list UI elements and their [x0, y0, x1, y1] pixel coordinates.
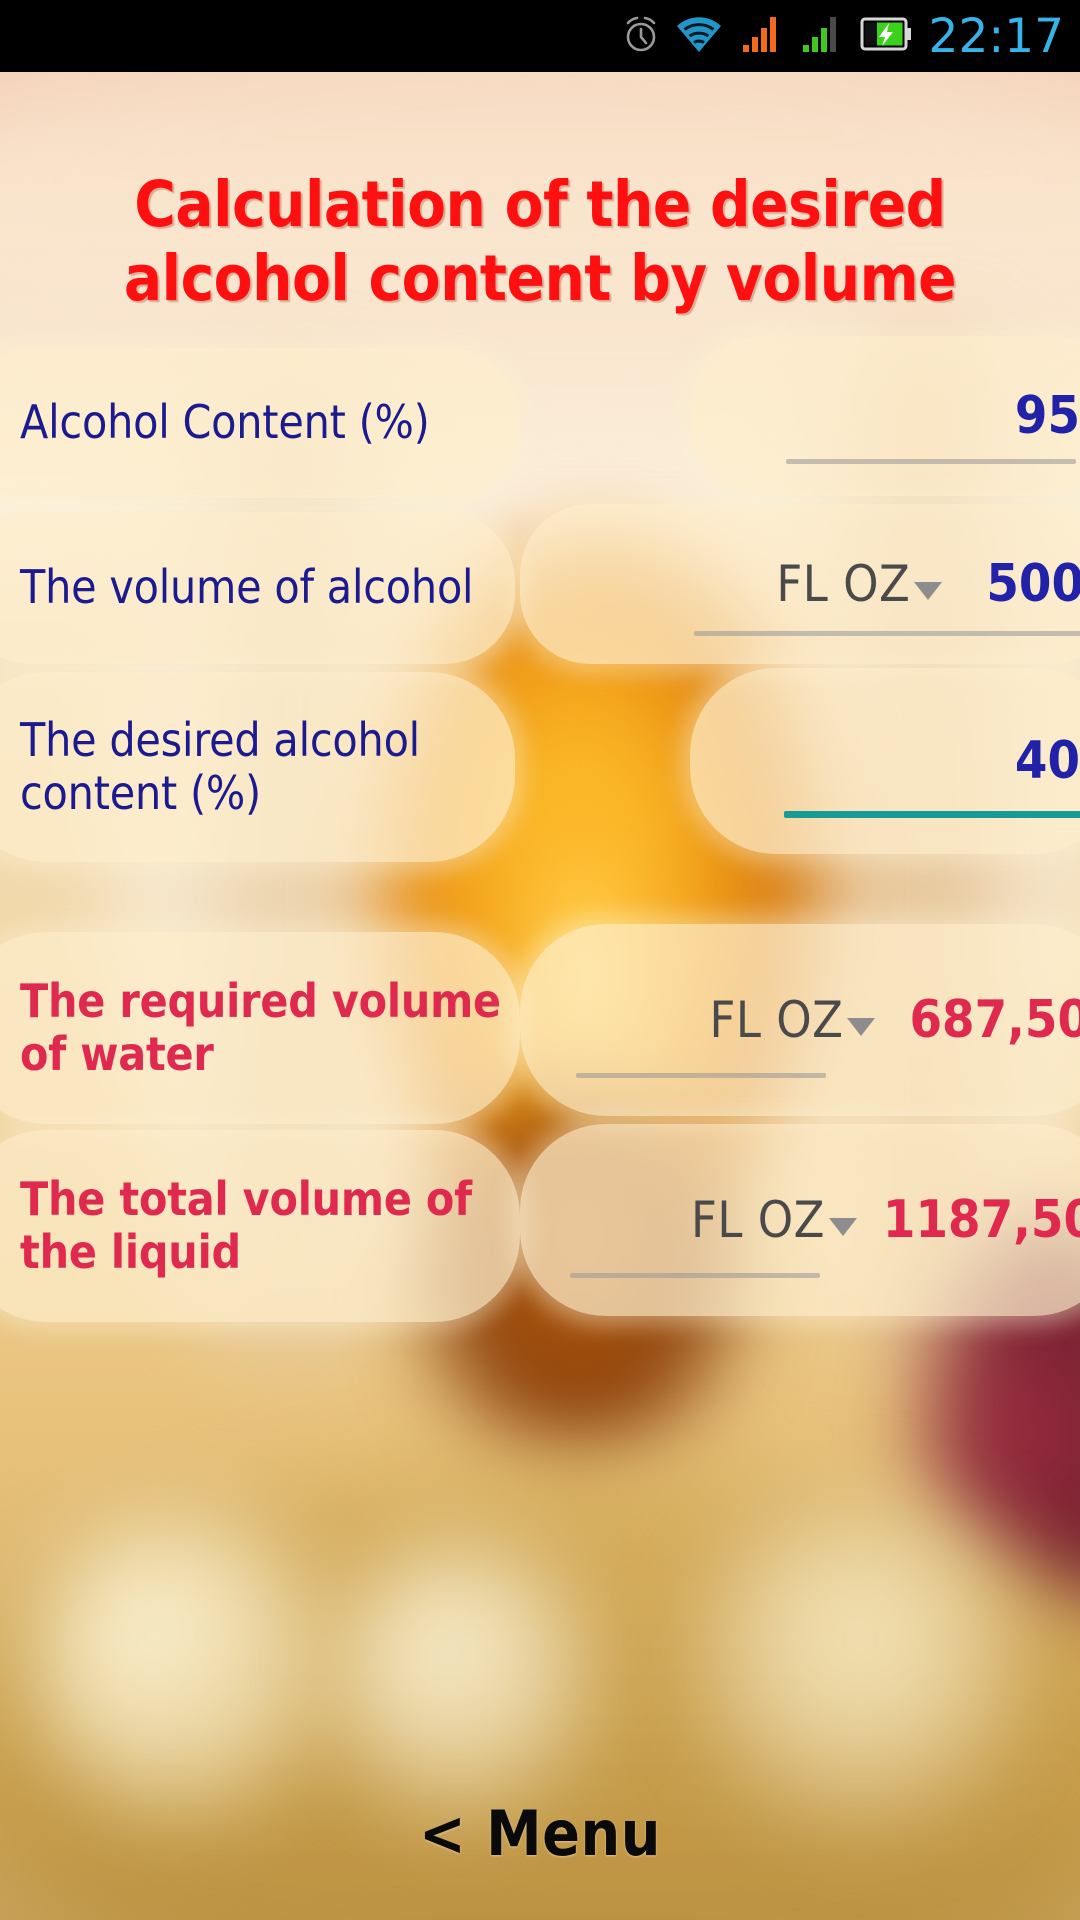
menu-button[interactable]: < Menu — [0, 1797, 1080, 1870]
total-liquid-value: 1187,50 — [882, 1190, 1080, 1250]
total-liquid-unit-dropdown[interactable]: FL OZ — [691, 1191, 857, 1249]
status-bar-clock: 22:17 — [928, 8, 1064, 64]
signal-sim2-icon — [797, 12, 843, 61]
volume-of-alcohol-input[interactable]: 500 — [986, 554, 1080, 614]
row-value-card-alcohol-content[interactable]: 95 — [690, 336, 1080, 496]
wifi-icon — [675, 12, 723, 61]
volume-of-alcohol-underline — [694, 631, 1080, 636]
total-liquid-unit-label: FL OZ — [691, 1191, 825, 1249]
row-label-desired-content: The desired alcohol content (%) — [20, 712, 420, 820]
required-water-unit-label: FL OZ — [709, 991, 844, 1049]
row-label-card-required-water: The required volume of water — [0, 932, 520, 1124]
row-label-card-desired-content: The desired alcohol content (%) — [0, 672, 515, 862]
desired-content-underline-focused — [784, 811, 1080, 818]
alarm-clock-icon — [621, 12, 661, 61]
alcohol-content-input[interactable]: 95 — [1015, 386, 1080, 446]
row-label-card-alcohol-content: Alcohol Content (%) — [0, 348, 520, 498]
page-title: Calculation of the desired alcohol conte… — [123, 168, 957, 316]
volume-of-alcohol-unit-label: FL OZ — [776, 555, 911, 613]
row-label-alcohol-content: Alcohol Content (%) — [20, 395, 430, 450]
required-water-unit-dropdown[interactable]: FL OZ — [710, 991, 876, 1049]
alcohol-content-underline — [786, 459, 1076, 464]
desired-content-input[interactable]: 40 — [1015, 731, 1080, 791]
row-label-card-total-liquid: The total volume of the liquid — [0, 1130, 520, 1322]
volume-of-alcohol-unit-dropdown[interactable]: FL OZ — [776, 555, 943, 613]
required-water-underline — [576, 1073, 826, 1078]
chevron-down-icon[interactable] — [914, 582, 943, 600]
chevron-down-icon[interactable] — [847, 1018, 876, 1036]
row-value-card-total-liquid[interactable]: FL OZ 1187,50 — [520, 1124, 1080, 1316]
row-label-card-volume-of-alcohol: The volume of alcohol — [0, 512, 515, 664]
content-area: Calculation of the desired alcohol conte… — [0, 72, 1080, 1920]
row-value-card-volume-of-alcohol[interactable]: FL OZ 500 — [520, 504, 1080, 664]
row-value-card-required-water[interactable]: FL OZ 687,50 — [520, 924, 1080, 1116]
total-liquid-underline — [570, 1273, 820, 1278]
signal-sim1-icon — [737, 12, 783, 61]
row-value-card-desired-content[interactable]: 40 — [690, 668, 1080, 854]
row-label-volume-of-alcohol: The volume of alcohol — [20, 560, 474, 615]
required-water-value: 687,50 — [909, 990, 1080, 1050]
row-label-total-liquid: The total volume of the liquid — [20, 1171, 472, 1279]
chevron-down-icon[interactable] — [828, 1218, 857, 1236]
row-label-required-water: The required volume of water — [20, 973, 501, 1081]
app-screen: 22:17 Calculation of the desired alcohol… — [0, 0, 1080, 1920]
status-bar: 22:17 — [0, 0, 1080, 72]
battery-charging-icon — [857, 12, 913, 61]
